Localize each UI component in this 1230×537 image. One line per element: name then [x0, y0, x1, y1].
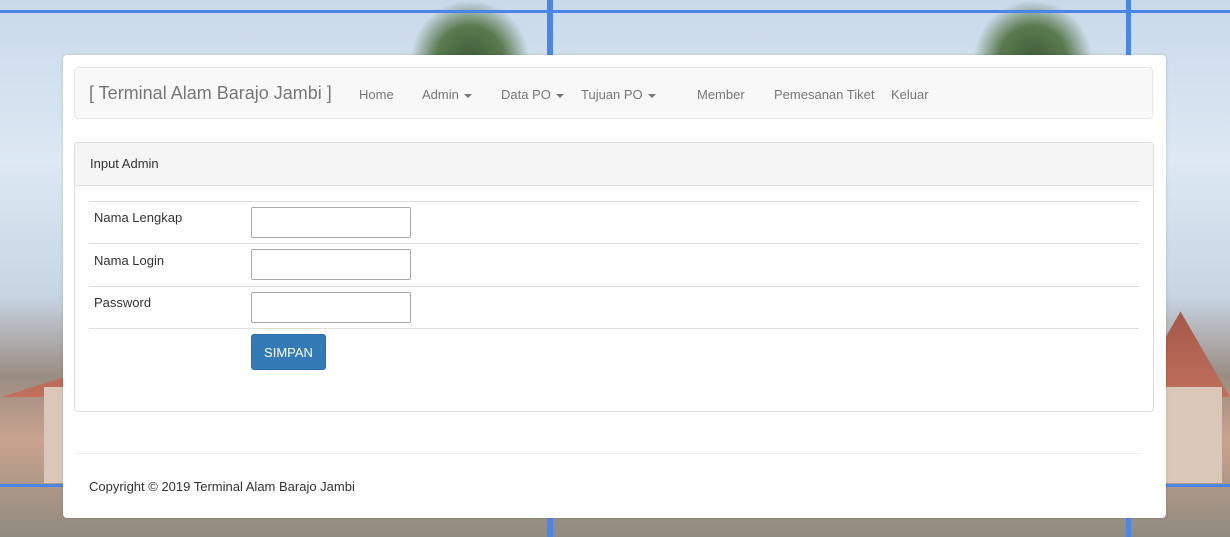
input-admin-panel: Input Admin Nama Lengkap Nama Login Pass…: [74, 142, 1154, 412]
nav-item-home[interactable]: Home: [359, 87, 394, 102]
nav-item-label: Pemesanan Tiket: [774, 87, 875, 102]
password-label: Password: [94, 295, 152, 310]
main-container: [ Terminal Alam Barajo Jambi ] Home Admi…: [63, 55, 1166, 518]
row-divider: [89, 328, 1139, 329]
nav-item-label: Tujuan PO: [581, 87, 643, 102]
footer-copyright: Copyright © 2019 Terminal Alam Barajo Ja…: [89, 479, 355, 494]
row-divider: [89, 286, 1139, 287]
caret-down-icon: [463, 93, 472, 98]
password-input[interactable]: [251, 292, 411, 323]
nama-lengkap-input[interactable]: [251, 207, 411, 238]
row-divider: [89, 243, 1139, 244]
footer-divider: [74, 453, 1141, 454]
caret-down-icon: [647, 93, 656, 98]
nama-login-label: Nama Login: [94, 253, 165, 268]
nav-item-pemesanan-tiket[interactable]: Pemesanan Tiket: [774, 87, 874, 102]
nav-item-admin[interactable]: Admin: [422, 87, 472, 102]
nav-item-label: Data PO: [501, 87, 551, 102]
nav-item-label: Home: [359, 87, 394, 102]
nav-item-label: Keluar: [891, 87, 929, 102]
background-frame-line: [0, 10, 1230, 13]
nav-item-label: Member: [697, 87, 745, 102]
nav-item-data-po[interactable]: Data PO: [501, 87, 564, 102]
nav-item-keluar[interactable]: Keluar: [891, 87, 929, 102]
caret-down-icon: [555, 93, 564, 98]
nav-item-tujuan-po[interactable]: Tujuan PO: [581, 87, 656, 102]
panel-title: Input Admin: [75, 143, 1153, 186]
nama-lengkap-label: Nama Lengkap: [94, 210, 183, 225]
simpan-button[interactable]: SIMPAN: [251, 334, 326, 370]
row-divider: [89, 201, 1139, 202]
nav-item-member[interactable]: Member: [697, 87, 745, 102]
nama-login-input[interactable]: [251, 249, 411, 280]
nav-item-label: Admin: [422, 87, 459, 102]
navbar: [ Terminal Alam Barajo Jambi ] Home Admi…: [74, 67, 1153, 119]
navbar-brand[interactable]: [ Terminal Alam Barajo Jambi ]: [89, 83, 332, 104]
